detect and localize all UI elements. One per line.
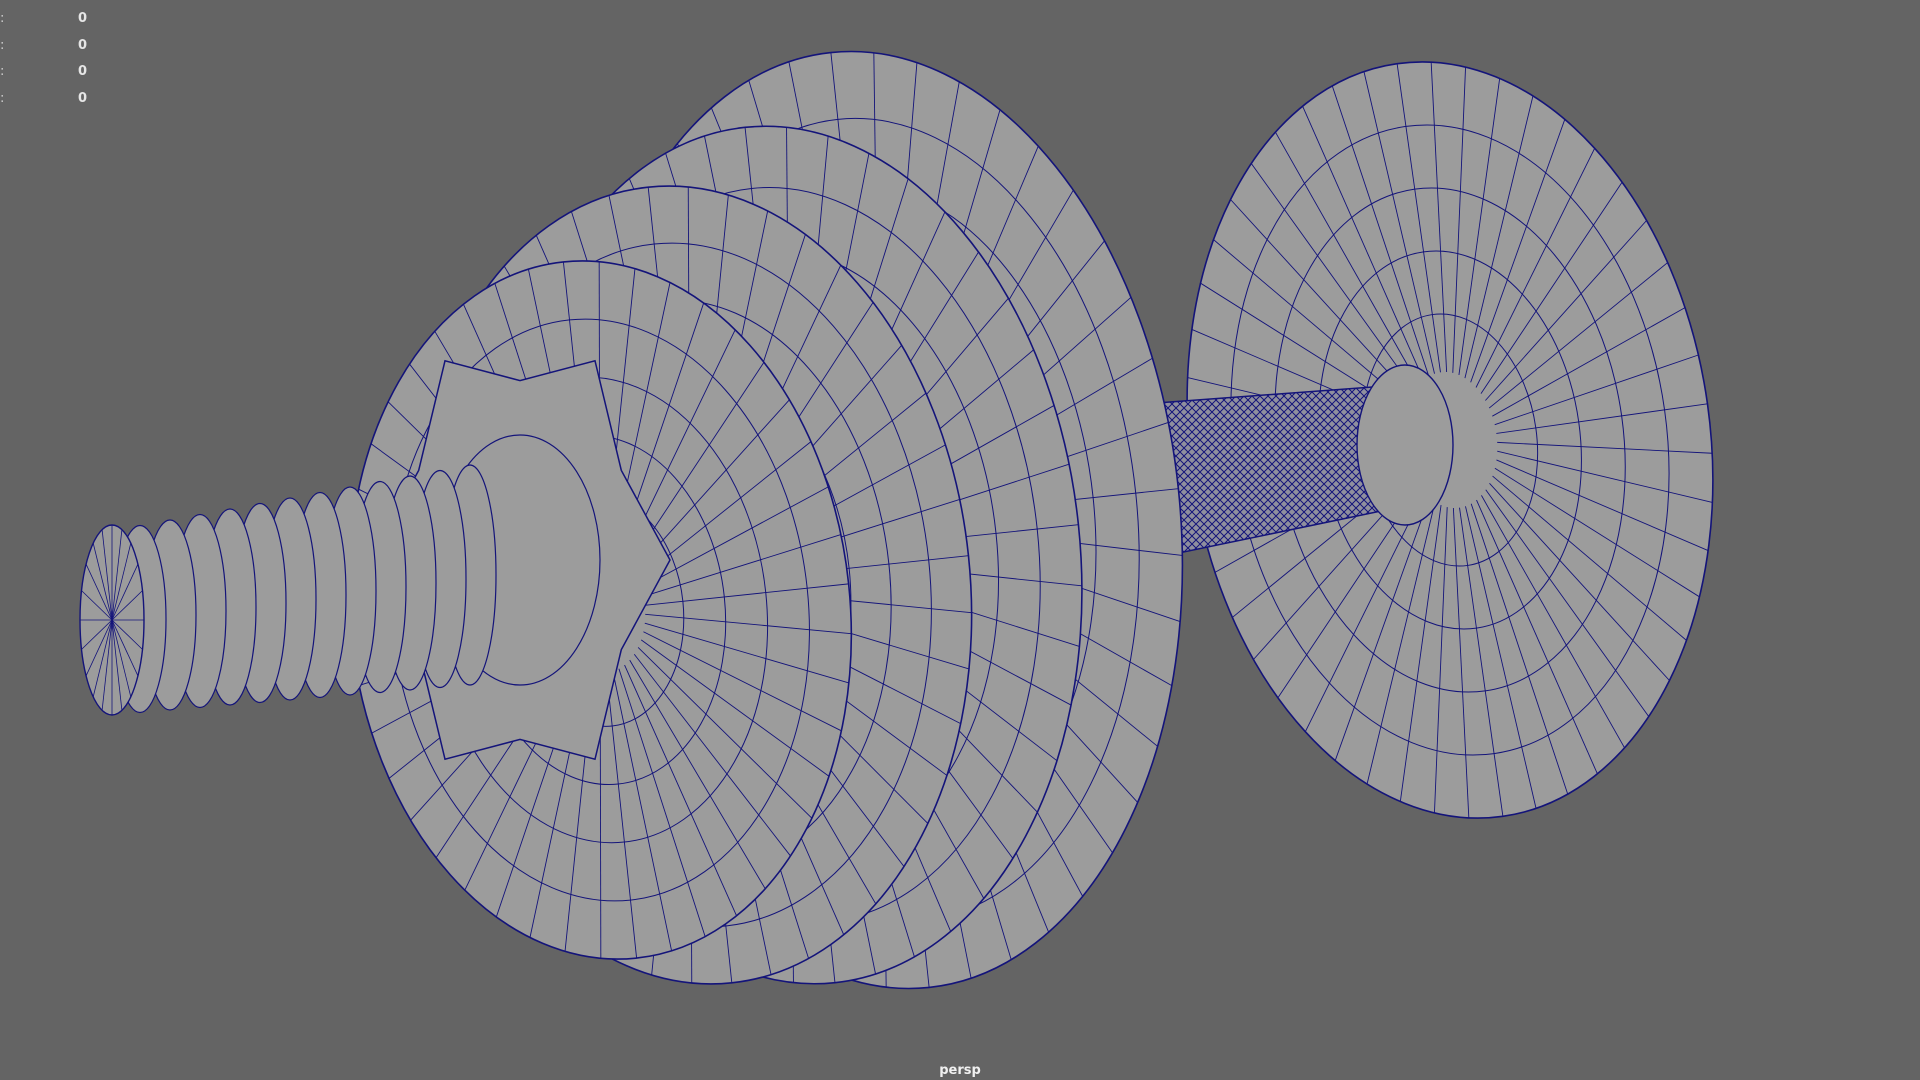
- hud-row-value: 0: [78, 64, 88, 79]
- hud-row-value: 0: [78, 11, 88, 26]
- hud-row: : 0: [0, 59, 120, 86]
- hud-row: : 0: [0, 6, 120, 33]
- hud-row-label: :: [0, 37, 4, 53]
- 3d-viewport[interactable]: : 0 : 0 : 0 : 0 persp: [0, 0, 1920, 1080]
- wireframe-geometry: [79, 50, 1714, 990]
- hud-row-label: :: [0, 90, 4, 106]
- heads-up-display: : 0 : 0 : 0 : 0: [0, 6, 120, 112]
- dumbbell-mesh[interactable]: [0, 0, 1920, 1080]
- camera-name-label: persp: [939, 1063, 981, 1078]
- hud-row-value: 0: [78, 37, 88, 53]
- hud-row-value: 0: [78, 90, 88, 106]
- hud-row-label: :: [0, 11, 4, 26]
- hud-row: : 0: [0, 33, 120, 60]
- hud-row: : 0: [0, 86, 120, 113]
- hud-row-label: :: [0, 64, 4, 79]
- handle-collar: [1356, 364, 1454, 526]
